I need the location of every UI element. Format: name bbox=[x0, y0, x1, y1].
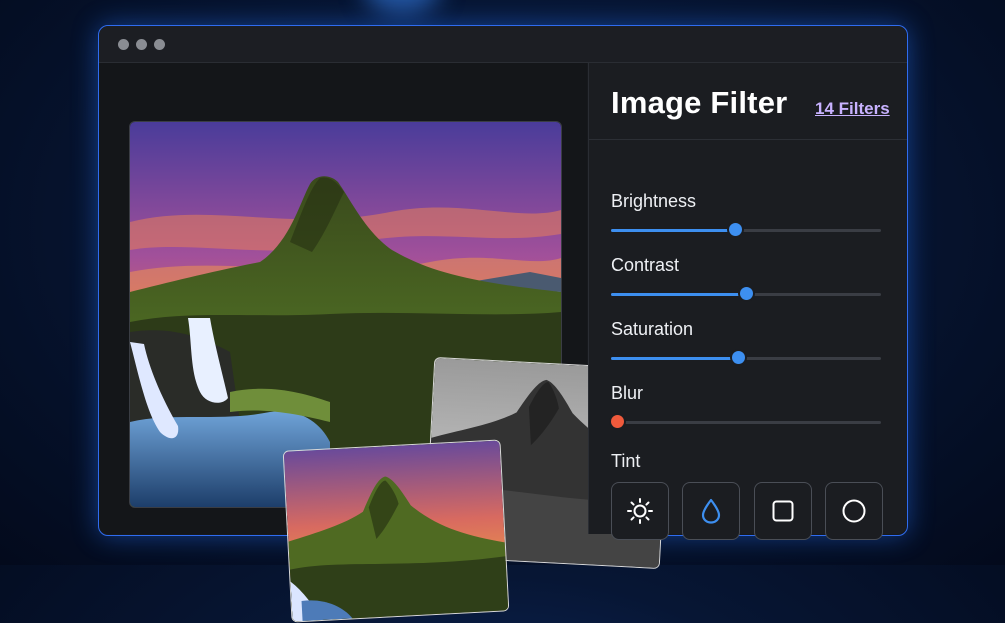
tint-circle-button[interactable] bbox=[825, 482, 883, 540]
circle-icon bbox=[842, 499, 866, 523]
title-bar bbox=[99, 26, 907, 63]
color-preview-image[interactable] bbox=[282, 439, 510, 623]
tint-label: Tint bbox=[611, 451, 641, 471]
slider-fill bbox=[611, 293, 746, 296]
slider-thumb[interactable] bbox=[740, 287, 753, 300]
tint-sun-button[interactable] bbox=[611, 482, 669, 540]
slider-thumb[interactable] bbox=[729, 223, 743, 236]
blur-slider[interactable] bbox=[611, 415, 881, 429]
tint-droplet-button[interactable] bbox=[682, 482, 740, 540]
window-close-dot[interactable] bbox=[118, 39, 129, 50]
panel-header: Image Filter 14 Filters bbox=[589, 63, 907, 140]
slider-thumb[interactable] bbox=[611, 415, 624, 428]
slider-thumb[interactable] bbox=[731, 351, 745, 364]
square-icon bbox=[772, 500, 794, 522]
brightness-slider[interactable] bbox=[611, 223, 881, 237]
filter-panel: Image Filter 14 Filters Brightness Contr… bbox=[588, 63, 907, 540]
contrast-label: Contrast bbox=[611, 255, 680, 275]
slider-fill bbox=[611, 229, 736, 232]
contrast-slider[interactable] bbox=[611, 287, 881, 301]
blur-label: Blur bbox=[611, 383, 644, 403]
window-minimize-dot[interactable] bbox=[136, 39, 147, 50]
sun-icon bbox=[627, 498, 653, 524]
droplet-icon bbox=[701, 498, 721, 524]
app-window: Image Filter 14 Filters Brightness Contr… bbox=[98, 25, 908, 623]
tint-square-button[interactable] bbox=[754, 482, 812, 540]
slider-track bbox=[611, 421, 881, 424]
window-maximize-dot[interactable] bbox=[154, 39, 165, 50]
saturation-label: Saturation bbox=[611, 319, 694, 339]
panel-title: Image Filter bbox=[611, 85, 788, 120]
saturation-slider[interactable] bbox=[611, 351, 881, 365]
filters-count-link[interactable]: 14 Filters bbox=[815, 99, 890, 119]
image-canvas bbox=[99, 63, 671, 623]
brightness-label: Brightness bbox=[611, 191, 697, 211]
slider-fill bbox=[611, 357, 738, 360]
